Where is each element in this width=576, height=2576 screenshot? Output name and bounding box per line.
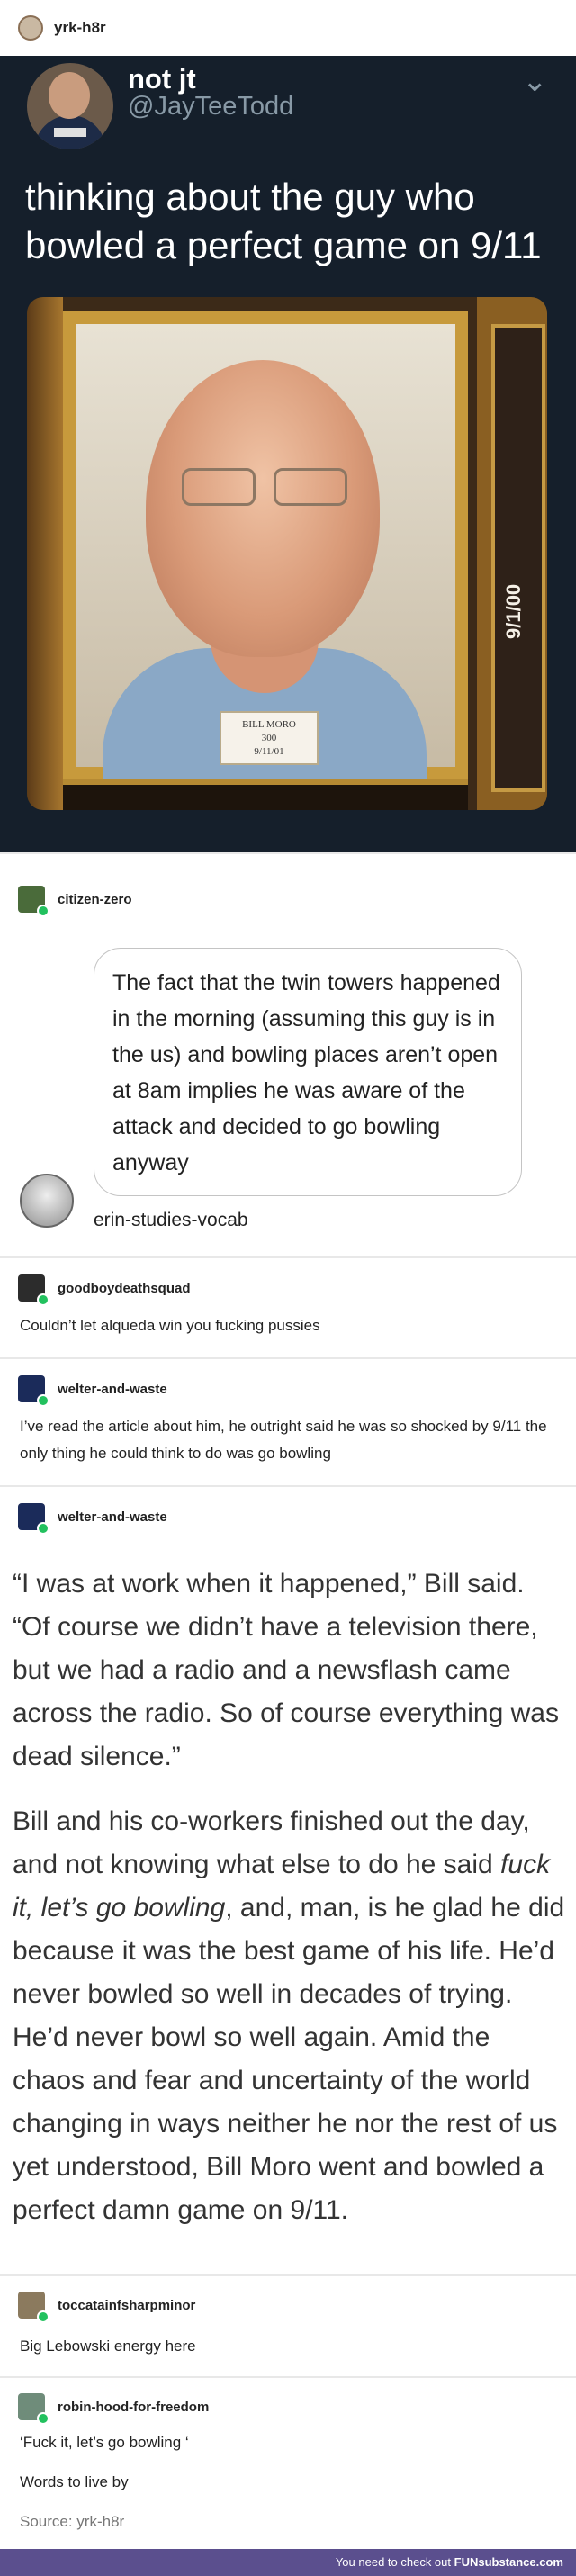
- follow-badge-icon: [37, 1394, 50, 1407]
- photo-frame-bottom: [63, 779, 468, 810]
- follow-badge-icon: [37, 2310, 50, 2323]
- plaque-date: 9/11/01: [254, 746, 284, 757]
- follow-badge-icon: [37, 1522, 50, 1535]
- reblog-header: citizen-zero: [0, 886, 576, 917]
- post-text: Couldn’t let alqueda win you fucking pus…: [20, 1317, 320, 1334]
- footer-text: You need to check out: [335, 2555, 454, 2569]
- reblog-robin-hood-for-freedom: robin-hood-for-freedom ‘Fuck it, let’s g…: [0, 2393, 576, 2535]
- reblog-welter-and-waste-quote: welter-and-waste “I was at work when it …: [0, 1503, 576, 2232]
- reblog-welter-and-waste: welter-and-waste I’ve read the article a…: [0, 1375, 576, 1467]
- divider: [0, 2274, 576, 2276]
- quote-paragraph-2: Bill and his co-workers finished out the…: [0, 1800, 576, 2232]
- avatar[interactable]: [18, 1274, 50, 1306]
- avatar-shirt-print: [54, 128, 86, 137]
- post-text: I’ve read the article about him, he outr…: [20, 1418, 547, 1462]
- reblog-header: goodboydeathsquad: [0, 1274, 576, 1306]
- username[interactable]: robin-hood-for-freedom: [58, 2400, 209, 2415]
- chevron-down-icon[interactable]: ⌄: [522, 63, 548, 99]
- divider: [0, 1357, 576, 1359]
- username[interactable]: goodboydeathsquad: [58, 1281, 191, 1296]
- photo-frame-left: [27, 297, 63, 810]
- divider: [0, 852, 576, 854]
- username[interactable]: yrk-h8r: [54, 19, 106, 37]
- avatar[interactable]: [18, 15, 43, 41]
- plaque-score: 300: [261, 733, 277, 743]
- post-header: yrk-h8r: [0, 0, 576, 56]
- reblog-header: toccatainfsharpminor: [0, 2292, 576, 2323]
- screenshot-page: yrk-h8r not jt @JayTeeTodd ⌄ thinking ab…: [0, 0, 576, 2576]
- avatar[interactable]: [18, 886, 50, 917]
- avatar[interactable]: [18, 2393, 50, 2425]
- divider: [0, 1485, 576, 1487]
- avatar[interactable]: [18, 1375, 50, 1407]
- post-text-line-1: ‘Fuck it, let’s go bowling ‘: [20, 2434, 189, 2451]
- photo-frame-right-inner: [491, 324, 545, 792]
- quote-paragraph-2-start: Bill and his co-workers finished out the…: [13, 1806, 530, 1879]
- tweet-avatar[interactable]: [27, 63, 113, 149]
- follow-badge-icon: [37, 2412, 50, 2425]
- plaque-name: BILL MORO: [242, 719, 296, 730]
- portrait-face: [146, 360, 380, 657]
- username[interactable]: welter-and-waste: [58, 1509, 167, 1525]
- avatar[interactable]: [18, 1503, 50, 1535]
- reblog-goodboydeathsquad: goodboydeathsquad Couldn’t let alqueda w…: [0, 1274, 576, 1339]
- side-plaque: 9/1/00: [502, 583, 525, 639]
- glasses-left: [182, 468, 256, 506]
- tweet-handle[interactable]: @JayTeeTodd: [128, 92, 293, 122]
- reblog-toccatainfsharpminor: toccatainfsharpminor Big Lebowski energy…: [0, 2292, 576, 2360]
- tweet-text: thinking about the guy who bowled a perf…: [25, 176, 542, 266]
- asker-username[interactable]: erin-studies-vocab: [94, 1210, 248, 1231]
- tweet-photo[interactable]: 9/1/00 BILL MORO 300 9/11/01: [27, 297, 547, 810]
- ask-bubble: The fact that the twin towers happened i…: [94, 948, 522, 1196]
- portrait-frame: BILL MORO 300 9/11/01: [63, 311, 468, 792]
- reblog-header: welter-and-waste: [0, 1375, 576, 1407]
- username[interactable]: welter-and-waste: [58, 1382, 167, 1397]
- tweet-card: not jt @JayTeeTodd ⌄ thinking about the …: [0, 56, 576, 852]
- tweet-display-name[interactable]: not jt: [128, 63, 196, 95]
- avatar[interactable]: [18, 2292, 50, 2323]
- reblog-header: robin-hood-for-freedom: [0, 2393, 576, 2425]
- watermark-footer: You need to check out FUNsubstance.com: [0, 2549, 576, 2576]
- source-link[interactable]: Source: yrk-h8r: [0, 2508, 576, 2535]
- post-text-line-2: Words to live by: [20, 2473, 129, 2490]
- footer-brand[interactable]: FUNsubstance.com: [454, 2555, 563, 2569]
- follow-badge-icon: [37, 1293, 50, 1306]
- quote-paragraph-2-end: , and, man, is he glad he did because it…: [13, 1893, 565, 2225]
- follow-badge-icon: [37, 905, 50, 917]
- quote-paragraph-1: “I was at work when it happened,” Bill s…: [13, 1569, 559, 1771]
- username[interactable]: toccatainfsharpminor: [58, 2298, 195, 2313]
- divider: [0, 2376, 576, 2378]
- glasses-right: [274, 468, 347, 506]
- reblog-citizen-zero: citizen-zero: [0, 886, 576, 917]
- username[interactable]: citizen-zero: [58, 892, 132, 907]
- divider: [0, 1256, 576, 1258]
- avatar-head: [49, 72, 90, 119]
- post-text: Big Lebowski energy here: [20, 2337, 196, 2355]
- asker-avatar[interactable]: [20, 1174, 74, 1228]
- name-plaque: BILL MORO 300 9/11/01: [220, 711, 319, 765]
- reblog-header: welter-and-waste: [0, 1503, 576, 1535]
